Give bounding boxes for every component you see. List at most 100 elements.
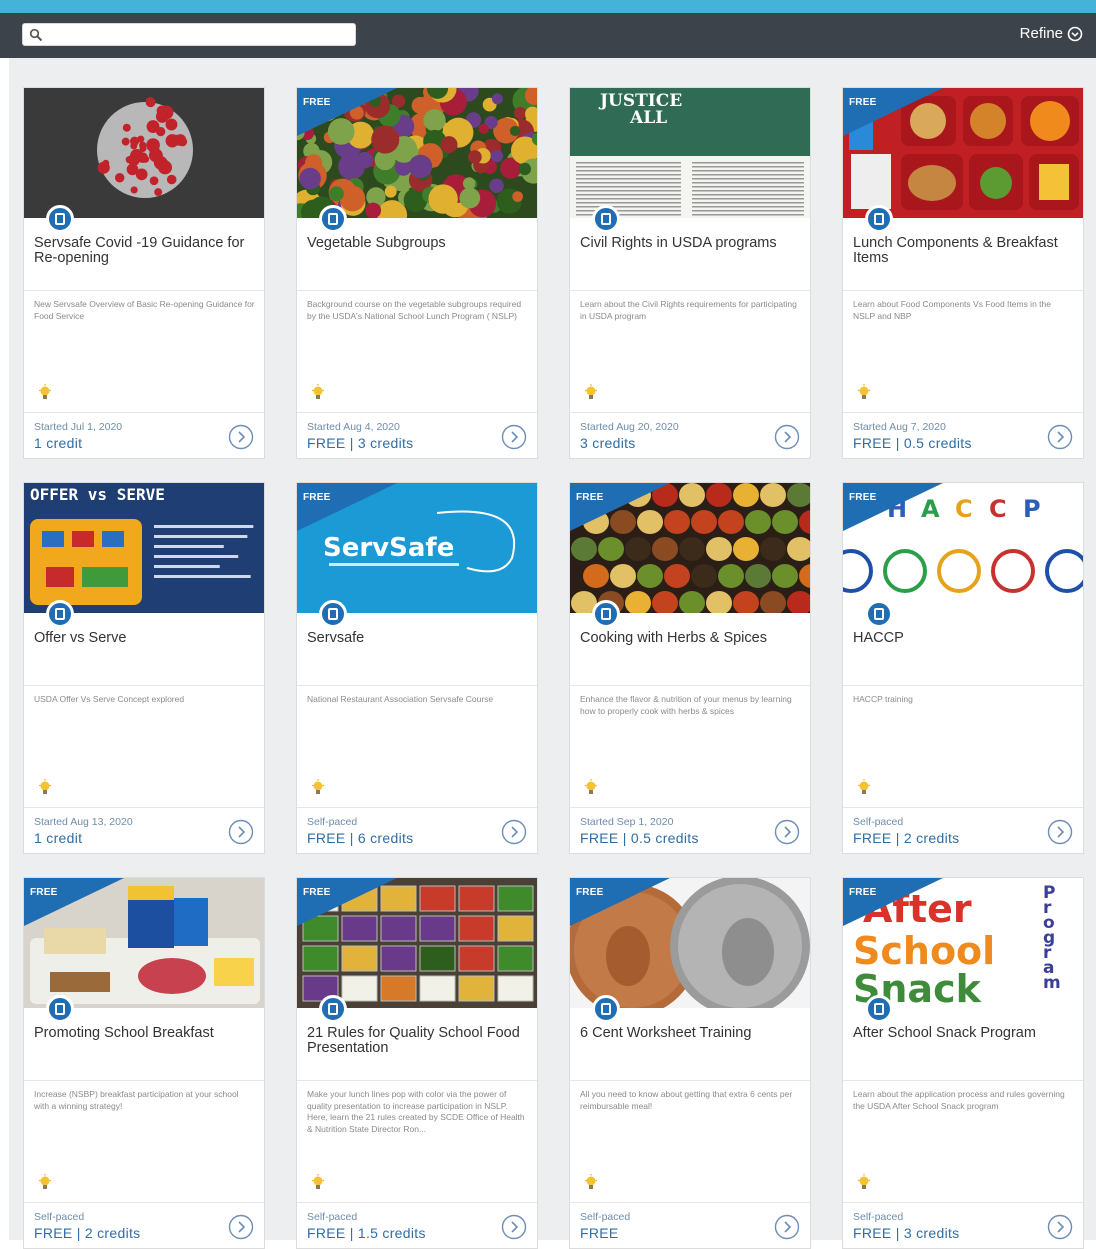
chevron-right-circle-icon[interactable]	[773, 818, 801, 846]
search-input[interactable]	[49, 26, 349, 43]
course-card[interactable]: HACCP FREE HACCP HACCP training Self-pac…	[842, 482, 1084, 854]
chevron-right-circle-icon[interactable]	[500, 818, 528, 846]
course-card[interactable]: FREE Vegetable Subgroups Background cour…	[296, 87, 538, 459]
course-start-date: Started Sep 1, 2020	[580, 816, 674, 828]
course-start-date: Self-paced	[307, 816, 358, 828]
course-thumbnail[interactable]	[24, 88, 264, 218]
free-ribbon-label: FREE	[576, 887, 604, 898]
course-type-icon	[865, 600, 893, 628]
course-description: HACCP training	[853, 694, 913, 704]
course-description: USDA Offer Vs Serve Concept explored	[34, 694, 185, 704]
course-title[interactable]: After School Snack Program	[853, 1026, 1078, 1041]
course-type-icon	[319, 600, 347, 628]
course-price-credits: FREE | 0.5 credits	[853, 435, 972, 451]
svg-text:C: C	[955, 495, 973, 523]
chevron-right-circle-icon[interactable]	[1046, 818, 1074, 846]
free-ribbon-label: FREE	[849, 492, 877, 503]
divider	[24, 1080, 264, 1081]
course-start-date: Self-paced	[307, 1211, 358, 1223]
lightbulb-icon	[858, 1174, 870, 1189]
course-thumbnail-covid-virus	[24, 88, 264, 218]
course-title[interactable]: 21 Rules for Quality School Food Present…	[307, 1026, 532, 1056]
divider	[843, 412, 1083, 413]
course-start-date: Started Aug 13, 2020	[34, 816, 133, 828]
free-ribbon	[843, 483, 943, 531]
course-title[interactable]: Cooking with Herbs & Spices	[580, 631, 805, 646]
divider	[297, 1202, 537, 1203]
lightbulb-icon	[858, 779, 870, 794]
course-thumbnail[interactable]: JUSTICE ALL	[570, 88, 810, 218]
course-card[interactable]: FREE Lunch Components & Breakfast Items …	[842, 87, 1084, 459]
divider	[843, 685, 1083, 686]
course-price-credits: FREE | 3 credits	[307, 435, 414, 451]
course-card[interactable]: FREE Promoting School Breakfast Increase…	[23, 877, 265, 1249]
free-ribbon	[297, 88, 397, 136]
lightbulb-icon	[312, 1174, 324, 1189]
lightbulb-icon	[312, 779, 324, 794]
course-title[interactable]: Promoting School Breakfast	[34, 1026, 259, 1041]
lightbulb-icon	[39, 1174, 51, 1189]
course-title[interactable]: Servsafe	[307, 631, 532, 646]
chevron-right-circle-icon[interactable]	[1046, 1213, 1074, 1241]
course-description: Background course on the vegetable subgr…	[307, 299, 522, 321]
free-ribbon-label: FREE	[849, 97, 877, 108]
course-price-credits: FREE | 1.5 credits	[307, 1225, 426, 1241]
divider	[570, 412, 810, 413]
lightbulb-icon	[858, 384, 870, 399]
course-start-date: Self-paced	[853, 1211, 904, 1223]
course-description: Enhance the flavor & nutrition of your m…	[580, 694, 792, 716]
divider	[24, 412, 264, 413]
course-title[interactable]: 6 Cent Worksheet Training	[580, 1026, 805, 1041]
free-ribbon	[24, 878, 124, 926]
course-title[interactable]: HACCP	[853, 631, 1078, 646]
chevron-right-circle-icon[interactable]	[227, 818, 255, 846]
course-card[interactable]: JUSTICE ALL Civil Rights in USDA programs…	[569, 87, 811, 459]
lightbulb-icon	[585, 1174, 597, 1189]
svg-text:ServSafe: ServSafe	[323, 533, 454, 563]
free-ribbon	[843, 878, 943, 926]
course-title[interactable]: Lunch Components & Breakfast Items	[853, 236, 1078, 266]
lightbulb-icon	[585, 779, 597, 794]
course-title[interactable]: Civil Rights in USDA programs	[580, 236, 805, 251]
course-thumbnail-offer-vs-serve: OFFER vs SERVE	[24, 483, 264, 613]
free-ribbon-label: FREE	[303, 887, 331, 898]
chevron-right-circle-icon[interactable]	[773, 1213, 801, 1241]
course-card[interactable]: Servsafe Covid -19 Guidance for Re-openi…	[23, 87, 265, 459]
divider	[570, 290, 810, 291]
search-box[interactable]	[22, 23, 356, 46]
course-title[interactable]: Offer vs Serve	[34, 631, 259, 646]
course-price-credits: 3 credits	[580, 435, 636, 451]
course-card[interactable]: FREE 21 Rules for Quality School Food Pr…	[296, 877, 538, 1249]
course-start-date: Self-paced	[34, 1211, 85, 1223]
divider	[24, 1202, 264, 1203]
course-start-date: Self-paced	[580, 1211, 631, 1223]
course-type-icon	[592, 600, 620, 628]
free-ribbon	[297, 878, 397, 926]
course-description: Learn about the application process and …	[853, 1089, 1065, 1111]
top-accent-stripe	[0, 0, 1096, 13]
lightbulb-icon	[312, 384, 324, 399]
chevron-right-circle-icon[interactable]	[227, 423, 255, 451]
course-description: New Servsafe Overview of Basic Re-openin…	[34, 299, 255, 321]
divider	[24, 290, 264, 291]
course-description: Increase (NSBP) breakfast participation …	[34, 1089, 239, 1111]
course-type-icon	[865, 205, 893, 233]
course-type-icon	[592, 205, 620, 233]
course-card[interactable]: ServSafe FREE Servsafe National Restaura…	[296, 482, 538, 854]
refine-button[interactable]: Refine	[1020, 25, 1083, 42]
chevron-right-circle-icon[interactable]	[500, 1213, 528, 1241]
course-thumbnail[interactable]: OFFER vs SERVE	[24, 483, 264, 613]
chevron-right-circle-icon[interactable]	[500, 423, 528, 451]
course-card[interactable]: After School Snack Pr o g r a m FREE After Schoo…	[842, 877, 1084, 1249]
chevron-right-circle-icon[interactable]	[773, 423, 801, 451]
course-card[interactable]: FREE Cooking with Herbs & Spices Enhance…	[569, 482, 811, 854]
chevron-right-circle-icon[interactable]	[227, 1213, 255, 1241]
course-title[interactable]: Vegetable Subgroups	[307, 236, 532, 251]
course-title[interactable]: Servsafe Covid -19 Guidance for Re-openi…	[34, 236, 259, 266]
divider	[570, 1202, 810, 1203]
divider	[843, 1202, 1083, 1203]
chevron-right-circle-icon[interactable]	[1046, 423, 1074, 451]
free-ribbon-label: FREE	[303, 492, 331, 503]
course-card[interactable]: OFFER vs SERVE Offer vs Serve USDA Offer…	[23, 482, 265, 854]
course-card[interactable]: FREE 6 Cent Worksheet Training All you n…	[569, 877, 811, 1249]
